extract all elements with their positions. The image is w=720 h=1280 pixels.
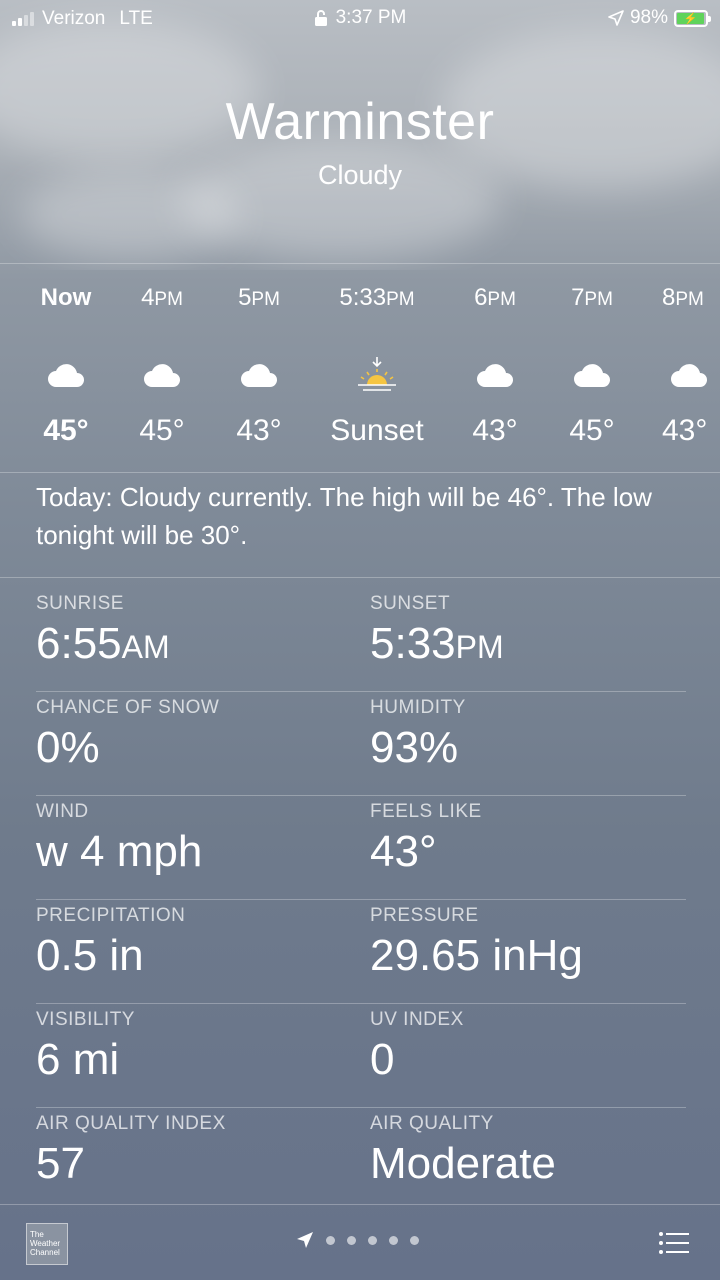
page-dot [410, 1235, 419, 1245]
detail-value: 5:33 [370, 619, 456, 668]
detail-value: 93% [370, 723, 459, 772]
cloud-icon [671, 364, 707, 387]
location-arrow-icon [608, 10, 624, 26]
detail-value: 0.5 in [36, 931, 144, 980]
list-icon [659, 1232, 689, 1254]
hour-temp: 45° [139, 414, 185, 447]
detail-value: Moderate [370, 1139, 556, 1188]
hour-temp: 43° [662, 414, 708, 447]
detail-suffix: AM [121, 629, 170, 665]
hour-temp: 43° [236, 414, 282, 447]
detail-value: 6:55 [36, 619, 122, 668]
hour-label: 5:33 [339, 284, 387, 311]
page-dot [389, 1235, 398, 1245]
cloud-icon [241, 364, 277, 387]
divider [0, 263, 720, 264]
page-indicator[interactable] [296, 1231, 419, 1249]
detail-label: PRECIPITATION [36, 905, 186, 926]
detail-value: 0% [36, 723, 100, 772]
cloud-icon [574, 364, 610, 387]
detail-label: SUNRISE [36, 593, 124, 614]
detail-label: HUMIDITY [370, 697, 466, 718]
page-dot [347, 1235, 356, 1245]
detail-row: VISIBILITY 6 mi UV INDEX 0 [36, 1004, 686, 1108]
hourly-item: 6PM 43° [440, 276, 550, 448]
detail-row: CHANCE OF SNOW 0% HUMIDITY 93% [36, 692, 686, 796]
weather-details: SUNRISE 6:55AM SUNSET 5:33PM CHANCE OF SNO… [36, 588, 686, 1212]
current-location-icon [297, 1232, 313, 1248]
hour-suffix: PM [584, 289, 613, 310]
hourly-item: 8PM 43° [634, 276, 720, 448]
detail-value: 6 mi [36, 1035, 120, 1084]
hourly-item: 5PM 43° [204, 276, 314, 448]
hour-suffix: PM [251, 289, 280, 310]
detail-row: SUNRISE 6:55AM SUNSET 5:33PM [36, 588, 686, 692]
divider [0, 472, 720, 473]
page-dot [326, 1235, 335, 1245]
status-bar: Verizon LTE 3:37 PM 98% ⚡ [0, 0, 720, 36]
detail-suffix: PM [455, 629, 504, 665]
detail-row: PRECIPITATION 0.5 in PRESSURE 29.65 inHg [36, 900, 686, 1004]
divider [0, 577, 720, 578]
hourly-item: 4PM 45° [107, 276, 217, 448]
hour-suffix: PM [487, 289, 516, 310]
hour-temp: Sunset [330, 414, 424, 447]
cloud-icon [144, 364, 180, 387]
clock-time: 3:37 PM [335, 7, 407, 28]
hour-label: Now [40, 284, 92, 311]
detail-value: 57 [36, 1139, 85, 1188]
lock-icon [314, 10, 327, 26]
hour-label: 5 [238, 284, 252, 311]
hour-label: 6 [474, 284, 488, 311]
hour-suffix: PM [154, 289, 183, 310]
detail-label: UV INDEX [370, 1009, 464, 1030]
hourly-item: 5:33PM Sunset [312, 276, 442, 448]
hour-label: 7 [571, 284, 585, 311]
detail-value: 29.65 inHg [370, 931, 583, 980]
daily-summary: Today: Cloudy currently. The high will b… [36, 482, 652, 550]
detail-label: FEELS LIKE [370, 801, 482, 822]
detail-label: CHANCE OF SNOW [36, 697, 220, 718]
cloud-icon [477, 364, 513, 387]
detail-row: AIR QUALITY INDEX 57 AIR QUALITY Moderate [36, 1108, 686, 1212]
bottom-toolbar: The Weather Channel [0, 1204, 720, 1280]
sunset-icon [358, 357, 396, 391]
hour-suffix: PM [386, 289, 415, 310]
hourly-item: Now 45° [11, 276, 121, 448]
hourly-item: 7PM 45° [537, 276, 647, 448]
detail-label: AIR QUALITY [370, 1113, 494, 1134]
detail-label: SUNSET [370, 593, 451, 614]
hour-suffix: PM [675, 289, 704, 310]
hour-label: 8 [662, 284, 676, 311]
city-name: Warminster [225, 93, 495, 151]
battery-icon: ⚡ [674, 9, 711, 27]
cloud-icon [48, 364, 84, 387]
detail-label: PRESSURE [370, 905, 479, 926]
page-dot [368, 1235, 377, 1245]
weather-channel-logo[interactable]: The Weather Channel [26, 1223, 68, 1265]
city-list-button[interactable] [658, 1231, 690, 1260]
detail-value: 0 [370, 1035, 395, 1084]
hour-temp: 43° [472, 414, 518, 447]
detail-label: WIND [36, 801, 89, 822]
hourly-forecast[interactable]: Now 45° 4PM 45° 5PM 43° 5:33PM Sunset 6P… [0, 276, 720, 466]
detail-label: VISIBILITY [36, 1009, 135, 1030]
hour-label: 4 [141, 284, 155, 311]
current-condition: Cloudy [317, 160, 403, 190]
detail-row: WIND w 4 mph FEELS LIKE 43° [36, 796, 686, 900]
detail-label: AIR QUALITY INDEX [36, 1113, 226, 1134]
detail-value: 43° [370, 827, 437, 876]
battery-percent: 98% [629, 7, 668, 28]
hour-temp: 45° [569, 414, 615, 447]
detail-value: w 4 mph [36, 827, 203, 876]
hour-temp: 45° [43, 414, 89, 447]
location-header: Warminster Cloudy [0, 92, 720, 191]
